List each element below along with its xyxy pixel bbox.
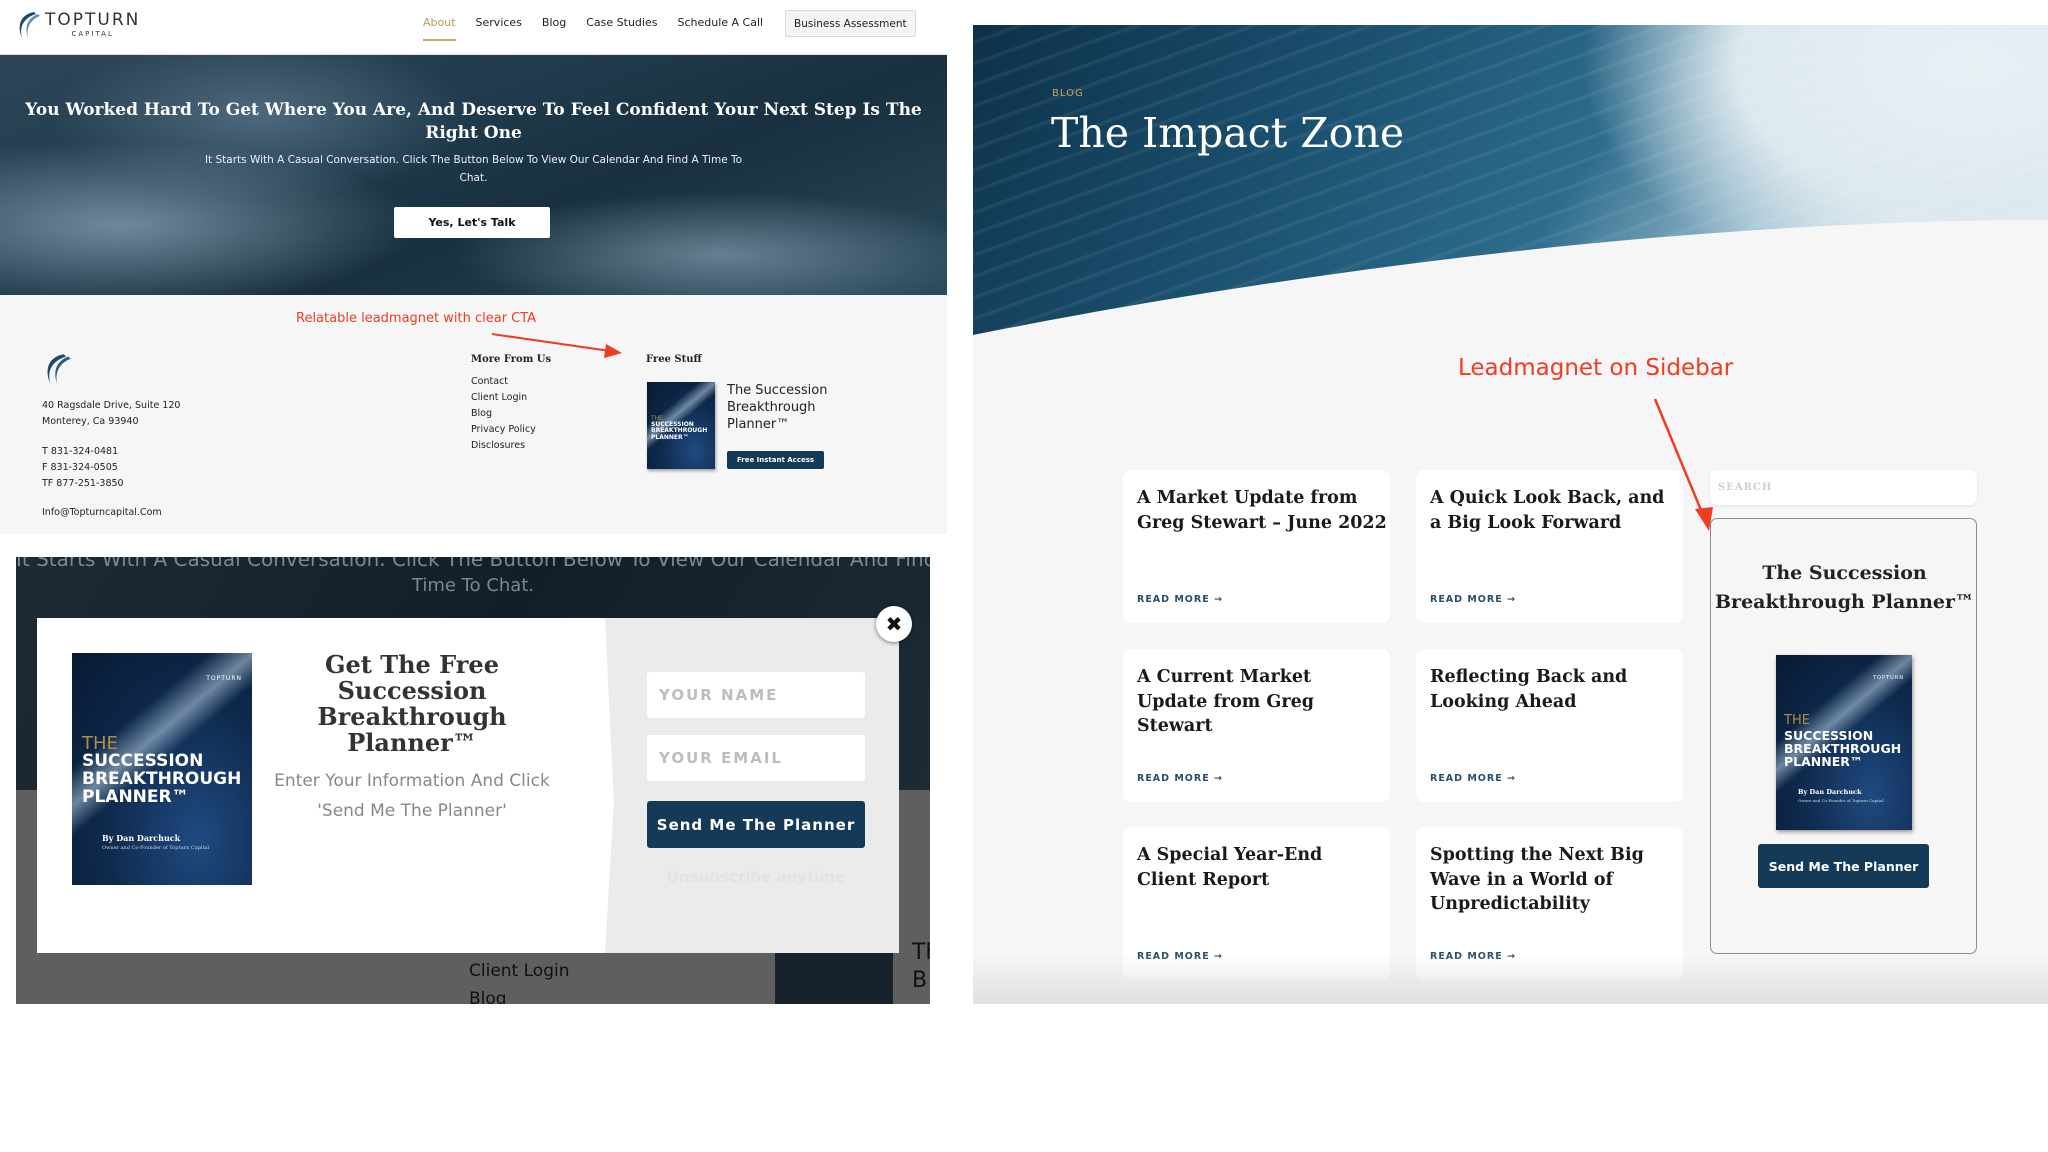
cover-brand: TOPTURN xyxy=(206,675,242,682)
fax-number: F 831-324-0505 xyxy=(42,462,118,473)
backdrop-book-title: Th B xyxy=(912,940,930,993)
cover-the: THE xyxy=(1784,713,1810,728)
nav-services[interactable]: Services xyxy=(476,16,522,29)
toll-free-number[interactable]: TF 877-251-3850 xyxy=(42,476,124,492)
blog-label: BLOG xyxy=(1052,88,1084,99)
hero-section: You Worked Hard To Get Where You Are, An… xyxy=(0,55,947,295)
modal-subtitle: Enter Your Information And Click 'Send M… xyxy=(274,771,550,821)
nav-links: About Services Blog Case Studies Schedul… xyxy=(423,16,783,41)
cover-title: SUCCESSION BREAKTHROUGH PLANNER™ xyxy=(82,751,242,807)
wave-logo-icon xyxy=(19,12,40,38)
blog-hero: BLOG The Impact Zone xyxy=(973,25,2048,335)
logo-subtitle: CAPITAL xyxy=(71,30,114,38)
cover-role: Owner and Co-Founder of Topturn Capital xyxy=(1798,798,1884,803)
sidebar-planner-title: The Succession Breakthrough Planner™ xyxy=(1715,562,1974,613)
blog-card-title[interactable]: A Quick Look Back, and a Big Look Forwar… xyxy=(1430,486,1680,535)
blog-card-title[interactable]: A Special Year-End Client Report xyxy=(1137,843,1387,892)
footer-email-link[interactable]: Info@Topturncapital.Com xyxy=(42,507,162,518)
blog-screenshot: BLOG The Impact Zone Leadmagnet on Sideb… xyxy=(973,25,2048,1004)
modal-title: Get The Free Succession Breakthrough Pla… xyxy=(317,650,507,757)
address-line-2: Monterey, Ca 93940 xyxy=(42,416,139,427)
homepage-screenshot: TOPTURN CAPITAL About Services Blog Case… xyxy=(0,0,947,534)
footer-link-contact[interactable]: Contact xyxy=(471,374,536,390)
free-instant-access-button[interactable]: Free Instant Access xyxy=(727,451,824,469)
footer-link-disclosures[interactable]: Disclosures xyxy=(471,438,536,454)
blog-card[interactable]: A Market Update from Greg Stewart – June… xyxy=(1123,470,1390,623)
backdrop-footer-links: Client Login Blog xyxy=(469,957,569,1004)
backdrop-book xyxy=(775,950,893,1004)
sidebar-book-cover: TOPTURN THE SUCCESSION BREAKTHROUGH PLANNE… xyxy=(1776,655,1912,830)
popup-screenshot: It Starts With A Casual Conversation. Cl… xyxy=(16,557,930,1004)
blog-title: The Impact Zone xyxy=(1051,109,1405,157)
backdrop-text-2: Time To Chat. xyxy=(411,575,535,596)
logo-wordmark: TOPTURN xyxy=(45,10,141,30)
close-icon[interactable]: ✖ xyxy=(876,606,912,642)
read-more-link[interactable]: READ MORE → xyxy=(1430,773,1516,784)
phone-number[interactable]: T 831-324-0481 xyxy=(42,444,124,460)
read-more-link[interactable]: READ MORE → xyxy=(1137,594,1223,605)
blog-card[interactable]: A Quick Look Back, and a Big Look Forwar… xyxy=(1416,470,1683,623)
cover-author: By Dan Darchuck xyxy=(102,833,181,843)
blog-card[interactable]: A Special Year-End Client Report READ MO… xyxy=(1123,827,1390,980)
backdrop-link-client-login: Client Login xyxy=(469,961,570,981)
read-more-link[interactable]: READ MORE → xyxy=(1430,951,1516,962)
footer-address: 40 Ragsdale Drive, Suite 120 Monterey, C… xyxy=(42,398,180,430)
read-more-link[interactable]: READ MORE → xyxy=(1137,773,1223,784)
modal-form-panel xyxy=(605,618,899,953)
more-from-us-heading: More From Us xyxy=(471,354,552,365)
address-line-1: 40 Ragsdale Drive, Suite 120 xyxy=(42,400,181,411)
blog-card[interactable]: A Current Market Update from Greg Stewar… xyxy=(1123,649,1390,802)
cover-brand: TOPTURN xyxy=(1873,675,1904,681)
free-book-title: The Succession Breakthrough Planner™ xyxy=(727,383,828,432)
cover-role: Owner and Co-Founder of Topturn Capital xyxy=(102,845,210,851)
nav-about[interactable]: About xyxy=(423,16,456,41)
footer-link-privacy[interactable]: Privacy Policy xyxy=(471,422,536,438)
blog-card-title[interactable]: Spotting the Next Big Wave in a World of… xyxy=(1430,843,1680,917)
send-planner-button[interactable]: Send Me The Planner xyxy=(647,801,865,848)
top-navigation: TOPTURN CAPITAL About Services Blog Case… xyxy=(0,0,947,55)
sidebar-send-planner-button[interactable]: Send Me The Planner xyxy=(1758,844,1929,888)
footer-phones: T 831-324-0481 F 831-324-0505 TF 877-251… xyxy=(42,444,124,492)
name-input[interactable] xyxy=(647,672,865,718)
business-assessment-button[interactable]: Business Assessment xyxy=(785,10,916,37)
hero-subtitle: It Starts With A Casual Conversation. Cl… xyxy=(204,154,743,184)
backdrop-link-blog: Blog xyxy=(469,989,507,1004)
blog-card[interactable]: Spotting the Next Big Wave in a World of… xyxy=(1416,827,1683,980)
search-input[interactable] xyxy=(1710,470,1977,505)
hero-curve-shape xyxy=(973,220,2048,335)
modal-book-cover: TOPTURN THE SUCCESSION BREAKTHROUGH PLANNE… xyxy=(72,653,252,885)
annotation-footer-leadmagnet: Relatable leadmagnet with clear CTA xyxy=(296,311,537,326)
footer-logo-icon xyxy=(47,354,71,384)
lets-talk-button[interactable]: Yes, Let's Talk xyxy=(394,207,550,238)
blog-card-title[interactable]: Reflecting Back and Looking Ahead xyxy=(1430,665,1680,714)
blog-card[interactable]: Reflecting Back and Looking Ahead READ M… xyxy=(1416,649,1683,802)
free-stuff-heading: Free Stuff xyxy=(646,354,702,365)
footer-link-client-login[interactable]: Client Login xyxy=(471,390,536,406)
read-more-link[interactable]: READ MORE → xyxy=(1137,951,1223,962)
blog-card-title[interactable]: A Current Market Update from Greg Stewar… xyxy=(1137,665,1387,739)
cover-title: SUCCESSION BREAKTHROUGH PLANNER™ xyxy=(1784,728,1902,770)
footer-links: Contact Client Login Blog Privacy Policy… xyxy=(471,374,536,454)
footer-link-blog[interactable]: Blog xyxy=(471,406,536,422)
sidebar-leadmagnet: The Succession Breakthrough Planner™ TOP… xyxy=(1710,518,1977,954)
leadmagnet-modal: TOPTURN THE SUCCESSION BREAKTHROUGH PLANNE… xyxy=(37,618,899,953)
cover-title: SUCCESSION BREAKTHROUGH PLANNER™ xyxy=(651,421,708,441)
unsubscribe-note: Unsubscribe anytime xyxy=(666,868,846,886)
email-input[interactable] xyxy=(647,735,865,781)
annotation-sidebar-leadmagnet: Leadmagnet on Sidebar xyxy=(1458,355,1734,381)
read-more-link[interactable]: READ MORE → xyxy=(1430,594,1516,605)
backdrop-text-1: It Starts With A Casual Conversation. Cl… xyxy=(16,557,930,571)
nav-schedule-call[interactable]: Schedule A Call xyxy=(677,16,763,29)
topturn-logo[interactable]: TOPTURN CAPITAL xyxy=(14,10,140,40)
blog-card-title[interactable]: A Market Update from Greg Stewart – June… xyxy=(1137,486,1387,535)
nav-case-studies[interactable]: Case Studies xyxy=(586,16,657,29)
hero-title: You Worked Hard To Get Where You Are, An… xyxy=(25,100,922,143)
cover-author: By Dan Darchuck xyxy=(1798,788,1862,796)
nav-blog[interactable]: Blog xyxy=(542,16,566,29)
planner-book-cover[interactable]: THE SUCCESSION BREAKTHROUGH PLANNER™ xyxy=(647,382,715,469)
